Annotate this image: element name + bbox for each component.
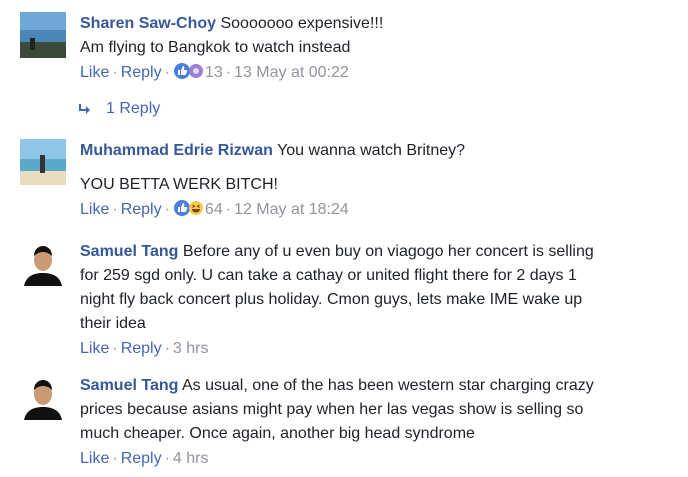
comment-line: YOU BETTA WERK BITCH! <box>80 176 278 193</box>
comment-line: Am flying to Bangkok to watch instead <box>80 39 351 56</box>
like-button[interactable]: Like <box>80 201 109 218</box>
comment-text: Samuel Tang Before any of u even buy on … <box>80 240 680 336</box>
reply-button[interactable]: Reply <box>121 201 162 218</box>
reply-arrow-icon <box>79 104 90 114</box>
timestamp[interactable]: 3 hrs <box>173 340 209 357</box>
comment-text: Muhammad Edrie Rizwan You wanna watch Br… <box>80 139 680 197</box>
reply-button[interactable]: Reply <box>121 450 162 467</box>
wow-icon <box>188 64 203 78</box>
comment-author[interactable]: Samuel Tang <box>80 243 178 260</box>
comment-line: As usual, one of the has been western st… <box>181 377 594 394</box>
avatar[interactable] <box>20 374 66 420</box>
timestamp[interactable]: 12 May at 18:24 <box>234 201 349 218</box>
like-icon <box>173 63 190 79</box>
comment-line: Sooooooo expensive!!! <box>220 15 384 32</box>
comment-actions: Like · Reply · 13 · 13 May at 00:22 <box>80 62 349 81</box>
comment-actions: Like · Reply · 64 · 12 May at 18:24 <box>80 199 349 218</box>
view-replies-label: 1 Reply <box>106 100 161 117</box>
comment-line: Before any of u even buy on viagogo her … <box>182 243 594 260</box>
comment-author[interactable]: Sharen Saw-Choy <box>80 15 216 32</box>
avatar[interactable] <box>20 240 66 286</box>
timestamp[interactable]: 4 hrs <box>173 450 209 467</box>
timestamp[interactable]: 13 May at 00:22 <box>234 64 349 81</box>
like-button[interactable]: Like <box>80 450 109 467</box>
reaction-count[interactable]: 64 <box>205 201 223 218</box>
haha-icon <box>188 201 203 215</box>
comment-text: Samuel Tang As usual, one of the has bee… <box>80 374 680 446</box>
reply-button[interactable]: Reply <box>121 64 162 81</box>
comment-line: their idea <box>80 315 146 332</box>
avatar[interactable] <box>20 139 66 185</box>
comment-text: Sharen Saw-Choy Sooooooo expensive!!! Am… <box>80 12 680 60</box>
comment-line: much cheaper. Once again, another big he… <box>80 425 475 442</box>
reactions-icons[interactable] <box>173 199 205 217</box>
like-button[interactable]: Like <box>80 64 109 81</box>
like-button[interactable]: Like <box>80 340 109 357</box>
reaction-count[interactable]: 13 <box>205 64 223 81</box>
comment-line: You wanna watch Britney? <box>277 142 466 159</box>
comment-actions: Like · Reply · 3 hrs <box>80 340 209 357</box>
reply-button[interactable]: Reply <box>121 340 162 357</box>
comment-line: night fly back concert plus holiday. Cmo… <box>80 291 583 308</box>
comment-line: prices because asians might pay when her… <box>80 401 584 418</box>
avatar[interactable] <box>20 12 66 58</box>
comment-author[interactable]: Samuel Tang <box>80 377 178 394</box>
comment-author[interactable]: Muhammad Edrie Rizwan <box>80 142 273 159</box>
comment-actions: Like · Reply · 4 hrs <box>80 450 209 467</box>
like-icon <box>173 200 190 216</box>
view-replies-link[interactable]: 1 Reply <box>78 98 160 120</box>
comment-line: for 259 sgd only. U can take a cathay or… <box>80 267 577 284</box>
reactions-icons[interactable] <box>173 62 205 80</box>
